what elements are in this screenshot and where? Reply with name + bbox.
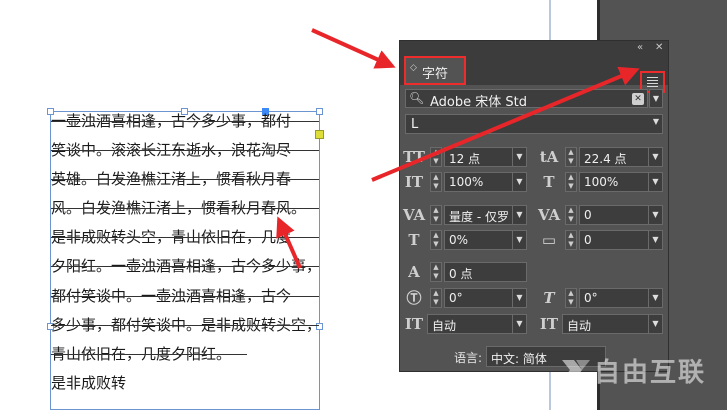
baseline-shift-stepper[interactable]: ▲ ▼ — [430, 230, 442, 250]
vertical-scale-field[interactable]: 100% ▼ — [444, 172, 527, 192]
watermark-icon — [562, 360, 590, 380]
grid-before-value: 自动 — [432, 319, 457, 333]
language-value: 中文: 简体 — [491, 352, 547, 366]
text-line: 是非成败转 — [51, 373, 127, 392]
tab-label: 字符 — [422, 67, 449, 82]
panel-menu-icon — [647, 77, 658, 87]
skew-field[interactable]: 0° ▼ — [579, 288, 663, 308]
skew-value: 0° — [584, 291, 598, 305]
leading-field[interactable]: 22.4 点 ▼ — [579, 147, 663, 167]
leading-icon: tA — [539, 148, 559, 166]
tracking-field[interactable]: 0 ▼ — [579, 205, 663, 225]
grid-before-icon: IT — [404, 315, 424, 333]
tracking-value: 0 — [584, 208, 592, 222]
horizontal-scale-value: 100% — [584, 175, 619, 189]
panel-tab-bar: ◇ 字符 — [400, 55, 668, 93]
aki-stepper[interactable]: ▲ ▼ — [430, 262, 442, 282]
font-family-dropdown[interactable]: ▼ — [649, 89, 663, 108]
rotation-value: 0° — [449, 291, 463, 305]
chevron-down-icon[interactable]: ▼ — [512, 173, 526, 191]
text-line: 都付笑谈中。一壶浊酒喜相逢，古今 — [51, 282, 319, 311]
text-line: 英雄。白发渔樵江渚上，惯看秋月春 — [51, 165, 319, 194]
font-size-icon: TT — [403, 148, 425, 166]
chevron-down-icon: ▼ — [652, 117, 659, 126]
chevron-down-icon[interactable]: ▼ — [648, 206, 662, 224]
text-line: 笑谈中。滚滚长江东逝水，浪花淘尽 — [51, 136, 319, 165]
kerning-stepper[interactable]: ▲ ▼ — [430, 205, 442, 225]
horizontal-scale-icon: T — [543, 173, 555, 191]
text-line: 风。白发渔樵江渚上，惯看秋月春风。 — [51, 194, 319, 223]
aki-field[interactable]: 0 点 — [444, 262, 527, 282]
grid-after-icon: IT — [539, 315, 559, 333]
text-line: 青山依旧在，几度夕阳红。 — [51, 340, 319, 369]
chevron-down-icon[interactable]: ▼ — [648, 148, 662, 166]
collapse-icon[interactable]: « — [637, 42, 643, 54]
chevron-down-icon[interactable]: ▼ — [512, 148, 526, 166]
font-size-field[interactable]: 12 点 ▼ — [444, 147, 527, 167]
kerning-icon: VA — [403, 206, 426, 224]
rotation-field[interactable]: 0° ▼ — [444, 288, 527, 308]
text-frame-content[interactable]: 一壶浊酒喜相逢，古今多少事，都付 笑谈中。滚滚长江东逝水，浪花淘尽 英雄。白发渔… — [51, 107, 322, 398]
skew-stepper[interactable]: ▲ ▼ — [565, 288, 577, 308]
horizontal-scale-field[interactable]: 100% ▼ — [579, 172, 663, 192]
horizontal-scale-stepper[interactable]: ▲ ▼ — [565, 172, 577, 192]
baseline-shift-icon: T — [408, 231, 420, 249]
vertical-scale-value: 100% — [449, 175, 484, 189]
watermark-logo: 自由互联 — [560, 350, 720, 390]
aki-icon: A — [408, 263, 420, 281]
chevron-down-icon[interactable]: ▼ — [648, 173, 662, 191]
chevron-down-icon[interactable]: ▼ — [512, 289, 526, 307]
grid-before-select[interactable]: 自动 ▼ — [427, 314, 527, 334]
watermark-text: 自由互联 — [594, 358, 707, 388]
tracking-icon: VA — [538, 206, 561, 224]
tsume-value: 0 — [584, 233, 592, 247]
tsume-field[interactable]: 0 ▼ — [579, 230, 663, 250]
leading-stepper[interactable]: ▲ ▼ — [565, 147, 577, 167]
language-label: 语言: — [454, 351, 483, 365]
chevron-down-icon[interactable]: ▼ — [512, 315, 526, 333]
tracking-stepper[interactable]: ▲ ▼ — [565, 205, 577, 225]
kerning-field[interactable]: 量度 - 仅罗 ▼ — [444, 205, 527, 225]
character-panel: « ✕ ◇ 字符 🔍︎ Adobe 宋体 Std ✕ ▼ L ▼ TT ▲ ▼ 1… — [399, 40, 669, 372]
leading-value: 22.4 点 — [584, 152, 627, 166]
baseline-shift-value: 0% — [449, 233, 469, 247]
kerning-value: 量度 - 仅罗 — [449, 210, 509, 224]
font-size-value: 12 点 — [449, 152, 481, 166]
close-icon[interactable]: ✕ — [655, 42, 663, 54]
tsume-stepper[interactable]: ▲ ▼ — [565, 230, 577, 250]
text-line: 夕阳红。一壶浊酒喜相逢，古今多少事， — [51, 257, 322, 276]
font-family-input[interactable]: 🔍︎ Adobe 宋体 Std ✕ — [405, 89, 648, 110]
text-line: 一壶浊酒喜相逢，古今多少事，都付 — [51, 107, 319, 136]
tsume-icon: ▭ — [541, 231, 557, 249]
font-style-select[interactable]: L ▼ — [405, 114, 663, 134]
chevron-down-icon[interactable]: ▼ — [512, 231, 526, 249]
font-style-value: L — [411, 117, 419, 132]
vertical-scale-icon: IT — [404, 173, 424, 191]
skew-icon: T — [543, 289, 555, 307]
font-family-value: Adobe 宋体 Std — [430, 95, 527, 110]
chevron-down-icon[interactable]: ▼ — [512, 206, 526, 224]
rotation-stepper[interactable]: ▲ ▼ — [430, 288, 442, 308]
text-line: 多少事，都付笑谈中。是非成败转头空， — [51, 315, 322, 334]
arrow-to-tab — [311, 28, 396, 69]
panel-title-bar[interactable]: « ✕ — [400, 41, 668, 55]
tab-expand-icon[interactable]: ◇ — [410, 63, 417, 73]
grid-after-select[interactable]: 自动 ▼ — [562, 314, 663, 334]
font-size-stepper[interactable]: ▲ ▼ — [430, 147, 442, 167]
tab-character[interactable]: ◇ 字符 — [404, 56, 466, 85]
baseline-shift-field[interactable]: 0% ▼ — [444, 230, 527, 250]
chevron-down-icon[interactable]: ▼ — [648, 315, 662, 333]
chevron-down-icon[interactable]: ▼ — [648, 231, 662, 249]
chevron-down-icon[interactable]: ▼ — [648, 289, 662, 307]
text-line: 是非成败转头空，青山依旧在，几度 — [51, 223, 319, 252]
aki-value: 0 点 — [449, 267, 473, 281]
vertical-scale-stepper[interactable]: ▲ ▼ — [430, 172, 442, 192]
search-icon[interactable]: 🔍︎ — [409, 91, 424, 105]
clear-icon[interactable]: ✕ — [632, 93, 644, 105]
rotation-icon: Ⓣ — [406, 289, 422, 307]
grid-after-value: 自动 — [567, 319, 592, 333]
